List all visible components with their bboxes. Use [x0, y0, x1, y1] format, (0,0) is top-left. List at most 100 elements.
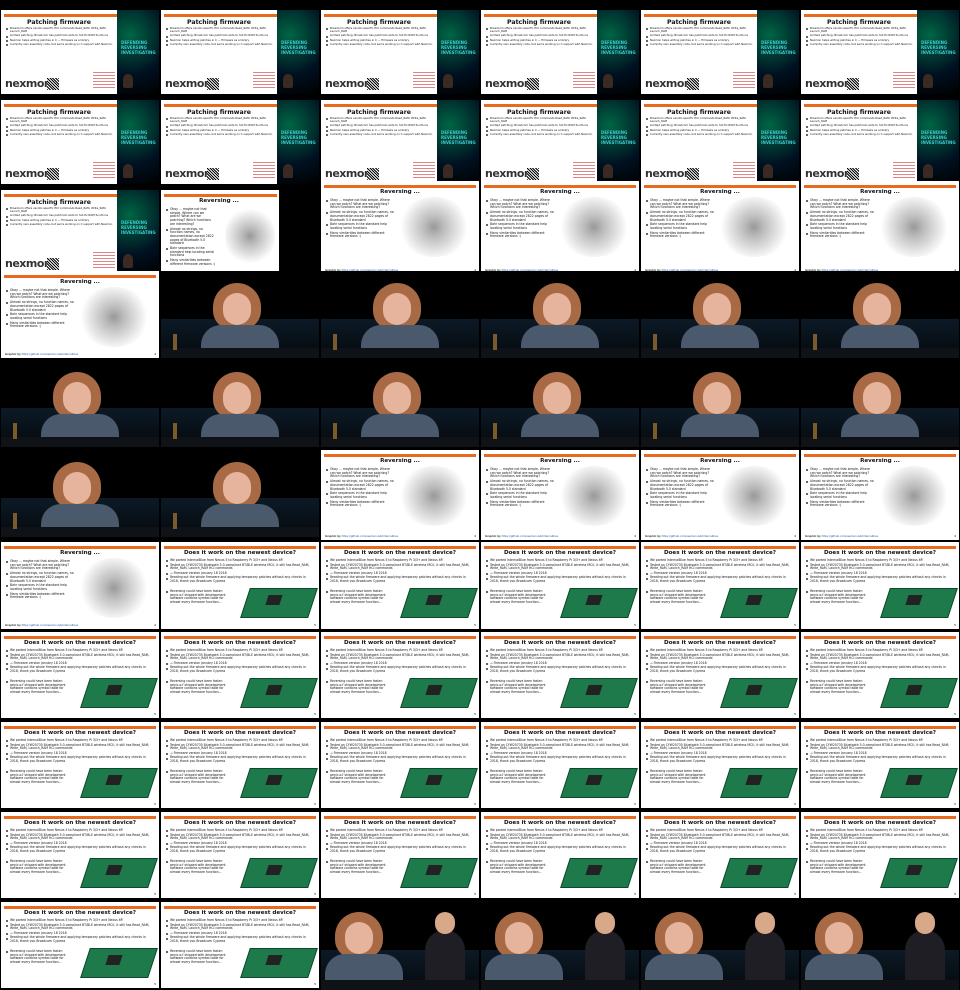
bullet-item: Bahr sequences in the standard help loca… — [485, 222, 555, 230]
frame-reversing[interactable]: Reversing ... Okay ... maybe not that si… — [1, 271, 159, 358]
frame-newest-device[interactable]: Does it work on the newest device? We po… — [161, 632, 319, 718]
frame-newest-device[interactable]: Does it work on the newest device? We po… — [641, 812, 799, 898]
bullet-item: Tested on CYW20735 Bluetooth 5.0-complia… — [485, 653, 635, 661]
frame-speaker[interactable] — [641, 360, 799, 447]
frame-newest-device[interactable]: Does it work on the newest device? We po… — [801, 722, 959, 808]
bullet-item: Bahr sequences in the standard help loca… — [485, 491, 555, 499]
dev-board-image — [720, 678, 798, 708]
frame-speaker[interactable] — [1, 360, 159, 447]
frame-reversing-inset[interactable]: Reversing ... Okay ... maybe not that si… — [161, 190, 319, 274]
frame-speaker[interactable] — [161, 271, 319, 358]
frame-patching[interactable]: Patching firmware Broadcom offers vendor… — [1, 10, 159, 94]
frame-newest-device[interactable]: Does it work on the newest device? We po… — [1, 632, 159, 718]
frame-newest-device[interactable]: Does it work on the newest device? We po… — [161, 542, 319, 629]
frame-patching[interactable]: Patching firmware Broadcom offers vendor… — [481, 10, 639, 94]
bullet-item: Many similarities between different firm… — [5, 592, 75, 600]
frame-newest-device[interactable]: Does it work on the newest device? We po… — [1, 902, 159, 988]
bullet-item: Currently own assembly code, but we're w… — [325, 132, 435, 137]
frame-newest-device[interactable]: Does it work on the newest device? We po… — [1, 722, 159, 808]
frame-newest-device[interactable]: Does it work on the newest device? We po… — [321, 722, 479, 808]
frame-newest-device[interactable]: Does it work on the newest device? We po… — [161, 812, 319, 898]
qr-code-icon — [207, 78, 219, 90]
frame-patching[interactable]: Patching firmware Broadcom offers vendor… — [321, 100, 479, 184]
qr-code-icon — [847, 168, 859, 180]
bullet-item: Bahr sequences in the standard help loca… — [805, 491, 875, 499]
frame-reversing[interactable]: Reversing ... Okay ... maybe not that si… — [1, 542, 159, 629]
frame-newest-device[interactable]: Does it work on the newest device? We po… — [321, 812, 479, 898]
frame-newest-device[interactable]: Does it work on the newest device? We po… — [1, 812, 159, 898]
bullet-item: Tested on CYW20735 Bluetooth 5.0-complia… — [325, 563, 475, 571]
bullet-item: Bahr sequences in the standard help loca… — [325, 491, 395, 499]
frame-reversing[interactable]: Reversing ... Okay ... maybe not that si… — [321, 450, 479, 540]
frame-speaker[interactable] — [481, 360, 639, 447]
frame-newest-device[interactable]: Does it work on the newest device? We po… — [161, 902, 319, 988]
frame-newest-device[interactable]: Does it work on the newest device? We po… — [481, 542, 639, 629]
frame-patching[interactable]: Patching firmware Broadcom offers vendor… — [161, 100, 319, 184]
frame-panel[interactable] — [801, 900, 959, 990]
bullet-item: Reading out the whole firmware and apply… — [5, 756, 155, 763]
frame-newest-device[interactable]: Does it work on the newest device? We po… — [801, 542, 959, 629]
frame-speaker[interactable] — [641, 271, 799, 358]
frame-newest-device[interactable]: Does it work on the newest device? We po… — [801, 812, 959, 898]
frame-newest-device[interactable]: Does it work on the newest device? We po… — [321, 632, 479, 718]
frame-panel[interactable] — [321, 900, 479, 990]
frame-patching[interactable]: Patching firmware Broadcom offers vendor… — [1, 190, 159, 274]
frame-newest-device[interactable]: Does it work on the newest device? We po… — [641, 542, 799, 629]
frame-reversing[interactable]: Reversing ... Okay ... maybe not that si… — [641, 181, 799, 274]
frame-speaker[interactable] — [1, 450, 159, 537]
frame-newest-device[interactable]: Does it work on the newest device? We po… — [321, 542, 479, 629]
bullet-item: Bahr sequences in the standard help loca… — [805, 222, 875, 230]
frame-newest-device[interactable]: Does it work on the newest device? We po… — [161, 722, 319, 808]
dev-board-image — [880, 678, 958, 708]
dev-board-image — [240, 768, 318, 798]
frame-speaker[interactable] — [161, 450, 319, 537]
bullet-item: Reading out the whole firmware and apply… — [165, 576, 315, 583]
bullet-item: Reading out the whole firmware and apply… — [5, 846, 155, 853]
bullet-item: Okay ... maybe not that simple. Where ca… — [5, 288, 75, 300]
frame-speaker[interactable] — [801, 271, 959, 358]
frame-newest-device[interactable]: Does it work on the newest device? We po… — [641, 632, 799, 718]
frame-patching[interactable]: Patching firmware Broadcom offers vendor… — [641, 100, 799, 184]
frame-speaker[interactable] — [321, 360, 479, 447]
frame-speaker[interactable] — [481, 271, 639, 358]
frame-panel[interactable] — [481, 900, 639, 990]
frame-patching[interactable]: Patching firmware Broadcom offers vendor… — [801, 100, 959, 184]
frame-patching[interactable]: Patching firmware Broadcom offers vendor… — [801, 10, 959, 94]
bullet-item: Many similarities between different firm… — [645, 500, 715, 508]
qr-code-icon — [367, 78, 379, 90]
bullet-item: Reading out the whole firmware and apply… — [485, 846, 635, 853]
frame-patching[interactable]: Patching firmware Broadcom offers vendor… — [481, 100, 639, 184]
bullet-item: Okay ... maybe not that simple. Where ca… — [325, 198, 395, 210]
speaker-icon — [603, 164, 613, 178]
frame-newest-device[interactable]: Does it work on the newest device? We po… — [641, 722, 799, 808]
frame-reversing[interactable]: Reversing ... Okay ... maybe not that si… — [481, 181, 639, 274]
dev-board-image — [240, 588, 318, 618]
bullet-item: Tested on CYW20735 Bluetooth 5.0-complia… — [325, 743, 475, 751]
frame-patching[interactable]: Patching firmware Broadcom offers vendor… — [161, 10, 319, 94]
frame-reversing[interactable]: Reversing ... Okay ... maybe not that si… — [801, 181, 959, 274]
frame-newest-device[interactable]: Does it work on the newest device? We po… — [481, 632, 639, 718]
frame-newest-device[interactable]: Does it work on the newest device? We po… — [481, 812, 639, 898]
call-graph-image — [225, 206, 275, 266]
bullet-item: Currently own assembly code, but we're w… — [165, 132, 275, 137]
frame-reversing[interactable]: Reversing ... Okay ... maybe not that si… — [321, 181, 479, 274]
frame-speaker[interactable] — [801, 360, 959, 447]
bullet-item: Bahr sequences in the standard help loca… — [325, 222, 395, 230]
bullet-item: Okay ... maybe not that simple. Where ca… — [645, 467, 715, 479]
frame-patching[interactable]: Patching firmware Broadcom offers vendor… — [1, 100, 159, 184]
frame-patching[interactable]: Patching firmware Broadcom offers vendor… — [641, 10, 799, 94]
bullet-item: Many similarities between different firm… — [165, 258, 215, 266]
bullet-item: Currently own assembly code, but we're w… — [165, 42, 275, 47]
bullet-item: Tested on CYW20735 Bluetooth 5.0-complia… — [805, 743, 955, 751]
frame-speaker[interactable] — [161, 360, 319, 447]
call-graph-image — [877, 197, 951, 257]
frame-reversing[interactable]: Reversing ... Okay ... maybe not that si… — [641, 450, 799, 540]
frame-speaker[interactable] — [321, 271, 479, 358]
frame-patching[interactable]: Patching firmware Broadcom offers vendor… — [321, 10, 479, 94]
frame-reversing[interactable]: Reversing ... Okay ... maybe not that si… — [801, 450, 959, 540]
frame-newest-device[interactable]: Does it work on the newest device? We po… — [481, 722, 639, 808]
frame-reversing[interactable]: Reversing ... Okay ... maybe not that si… — [481, 450, 639, 540]
frame-newest-device[interactable]: Does it work on the newest device? We po… — [801, 632, 959, 718]
frame-panel[interactable] — [641, 900, 799, 990]
bullet-item: Reversing could have been faster: gen/c.… — [325, 589, 391, 604]
